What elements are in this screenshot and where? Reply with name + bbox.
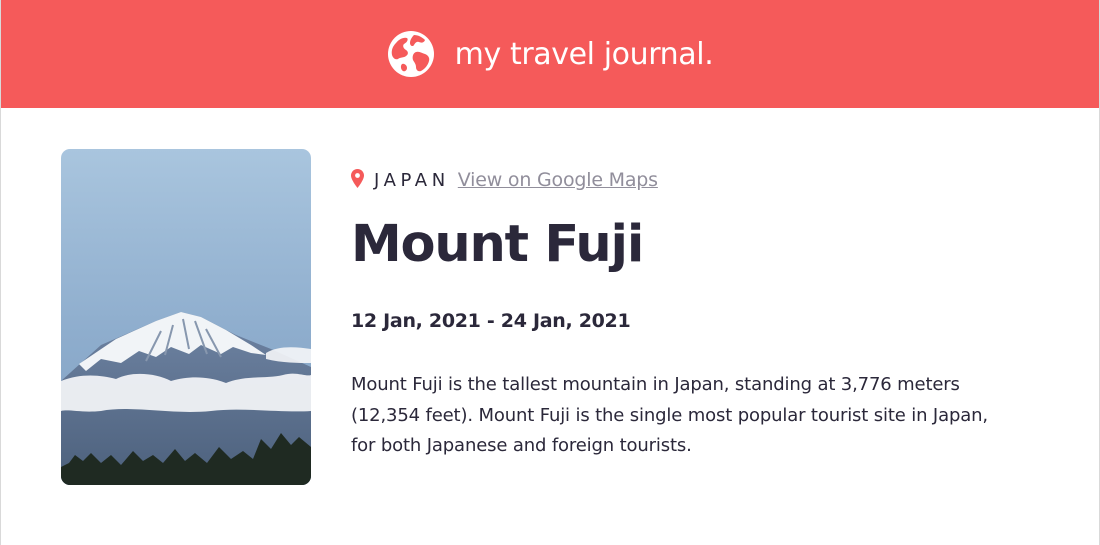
location-row: JAPAN View on Google Maps [351, 169, 658, 191]
country-label: JAPAN [374, 169, 450, 191]
app-header: my travel journal. [1, 0, 1099, 108]
app-title: my travel journal. [454, 36, 714, 72]
trip-dates: 12 Jan, 2021 - 24 Jan, 2021 [351, 310, 631, 332]
journal-entry: JAPAN View on Google Maps Mount Fuji 12 … [61, 149, 1041, 489]
place-photo [61, 149, 311, 485]
google-maps-link[interactable]: View on Google Maps [458, 169, 658, 191]
page: my travel journal. JAPAN View on Google … [0, 0, 1100, 545]
brand: my travel journal. [387, 30, 714, 78]
place-title: Mount Fuji [351, 215, 644, 274]
map-pin-icon [351, 169, 364, 188]
globe-icon [387, 31, 434, 77]
place-description: Mount Fuji is the tallest mountain in Ja… [351, 374, 988, 456]
